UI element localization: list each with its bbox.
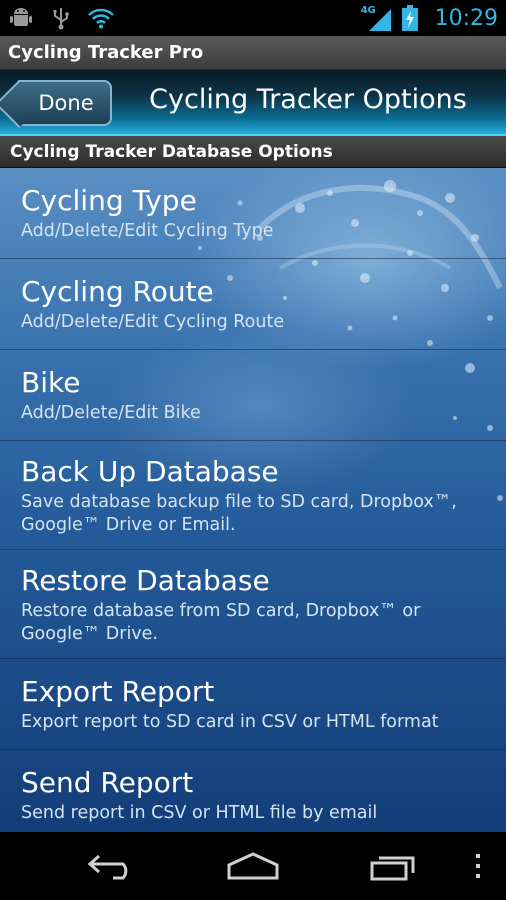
option-title: Restore Database bbox=[21, 564, 270, 597]
done-button-label: Done bbox=[38, 91, 94, 115]
option-subtitle: Restore database from SD card, Dropbox™ … bbox=[21, 601, 421, 644]
wifi-icon bbox=[88, 5, 114, 31]
app-title: Cycling Tracker Pro bbox=[0, 36, 506, 70]
home-icon[interactable] bbox=[223, 848, 283, 884]
option-subtitle: Send report in CSV or HTML file by email bbox=[21, 803, 378, 823]
page-title: Cycling Tracker Options bbox=[149, 84, 467, 115]
overflow-menu-icon[interactable] bbox=[448, 848, 506, 884]
option-title: Export Report bbox=[21, 675, 215, 708]
usb-icon bbox=[48, 5, 74, 31]
option-title: Cycling Route bbox=[21, 275, 214, 308]
back-icon[interactable] bbox=[82, 848, 142, 884]
navigation-bar bbox=[0, 832, 506, 900]
option-restore-database[interactable]: Restore Database Restore database from S… bbox=[0, 550, 506, 659]
option-subtitle: Save database backup file to SD card, Dr… bbox=[21, 492, 457, 535]
status-clock: 10:29 bbox=[434, 5, 498, 31]
option-cycling-type[interactable]: Cycling Type Add/Delete/Edit Cycling Typ… bbox=[0, 168, 506, 259]
options-header: Done Cycling Tracker Options bbox=[0, 70, 506, 136]
battery-charging-icon bbox=[397, 5, 423, 31]
option-subtitle: Add/Delete/Edit Cycling Route bbox=[21, 312, 285, 332]
recent-apps-icon[interactable] bbox=[364, 848, 424, 884]
option-cycling-route[interactable]: Cycling Route Add/Delete/Edit Cycling Ro… bbox=[0, 259, 506, 350]
option-bike[interactable]: Bike Add/Delete/Edit Bike bbox=[0, 350, 506, 441]
option-subtitle: Add/Delete/Edit Cycling Type bbox=[21, 221, 274, 241]
option-send-report[interactable]: Send Report Send report in CSV or HTML f… bbox=[0, 750, 506, 832]
option-export-report[interactable]: Export Report Export report to SD card i… bbox=[0, 659, 506, 750]
status-bar: 4G 10:29 bbox=[0, 0, 506, 36]
option-subtitle: Export report to SD card in CSV or HTML … bbox=[21, 712, 439, 732]
option-title: Cycling Type bbox=[21, 184, 197, 217]
section-header: Cycling Tracker Database Options bbox=[0, 136, 506, 168]
signal-icon: 4G bbox=[361, 5, 391, 31]
done-button[interactable]: Done bbox=[18, 80, 112, 126]
option-subtitle: Add/Delete/Edit Bike bbox=[21, 403, 201, 423]
option-title: Back Up Database bbox=[21, 455, 279, 488]
option-back-up-database[interactable]: Back Up Database Save database backup fi… bbox=[0, 441, 506, 550]
options-list: Cycling Type Add/Delete/Edit Cycling Typ… bbox=[0, 168, 506, 832]
android-debug-icon bbox=[8, 5, 34, 31]
option-title: Bike bbox=[21, 366, 81, 399]
option-title: Send Report bbox=[21, 766, 194, 799]
